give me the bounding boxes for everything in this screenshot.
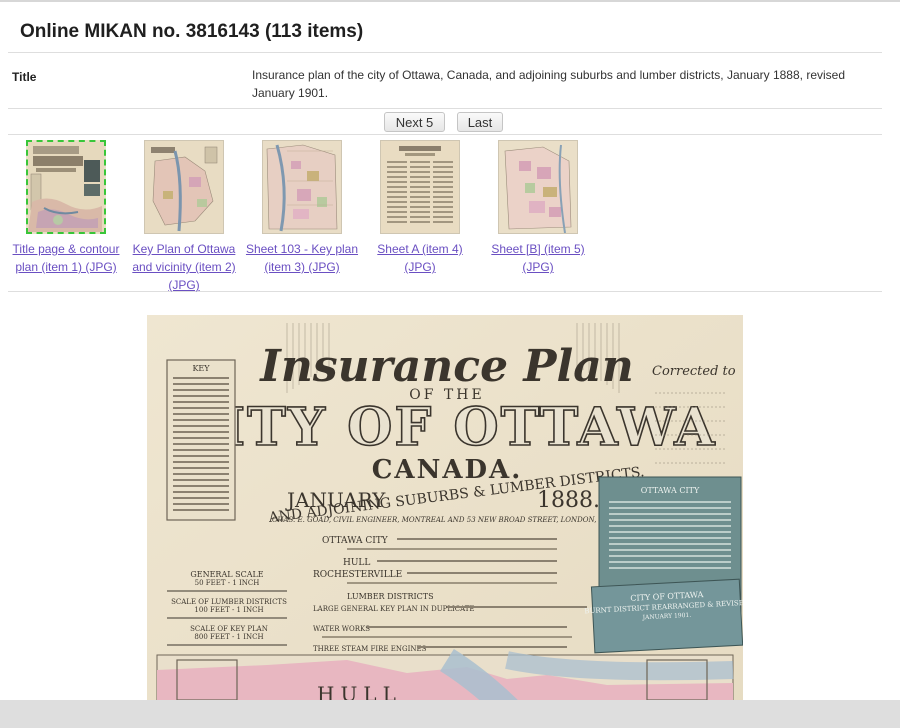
thumbnail-caption[interactable]: Sheet 103 - Key plan (item 3) (JPG) (244, 240, 360, 276)
thumbnail-item-1[interactable]: Title page & contour plan (item 1) (JPG) (8, 140, 124, 276)
map-country: CANADA. (372, 455, 523, 485)
map-line-ottawa: OTTAWA CITY (322, 536, 389, 546)
map-image-viewer[interactable]: Insurance Plan OF THE CITY OF OTTAWA CAN… (147, 315, 743, 728)
map-city-name: CITY OF OTTAWA (177, 397, 716, 458)
map-general-scale-value: 50 FEET - 1 INCH (195, 579, 260, 587)
thumbnail-strip: Title page & contour plan (item 1) (JPG)… (8, 136, 882, 292)
map-lumber-scale-value: 100 FEET - 1 INCH (194, 606, 263, 614)
map-key-label: KEY (192, 364, 210, 373)
map-image: Insurance Plan OF THE CITY OF OTTAWA CAN… (147, 315, 743, 728)
map-line-waterworks: WATER WORKS (313, 625, 370, 633)
thumbnail-image-sheet-b[interactable] (498, 140, 578, 234)
map-corrected-to: Corrected to (652, 364, 736, 379)
thumbnail-image-sheet-103[interactable] (262, 140, 342, 234)
thumbnail-caption[interactable]: Sheet A (item 4) (JPG) (362, 240, 478, 276)
map-date-year: 1888. (537, 488, 600, 513)
thumbnail-item-4[interactable]: Sheet A (item 4) (JPG) (362, 140, 478, 276)
last-button[interactable]: Last (457, 112, 503, 132)
thumbnail-caption[interactable]: Key Plan of Ottawa and vicinity (item 2)… (126, 240, 242, 294)
map-line-lumber: LUMBER DISTRICTS (347, 592, 434, 601)
map-date-month: JANUARY (285, 488, 386, 512)
map-line-hull: HULL (343, 558, 370, 568)
thumbnail-image-title-page[interactable] (26, 140, 106, 234)
record-field-row: Title Insurance plan of the city of Otta… (8, 53, 882, 109)
map-headline: Insurance Plan (258, 341, 633, 392)
thumbnail-caption[interactable]: Title page & contour plan (item 1) (JPG) (8, 240, 124, 276)
next-5-button[interactable]: Next 5 (384, 112, 445, 132)
map-lumber-scale: SCALE OF LUMBER DISTRICTS (171, 598, 287, 606)
pagination-bar: Next 5 Last (8, 109, 882, 135)
map-line-rochesterville: ROCHESTERVILLE (313, 570, 402, 580)
map-line-fire-engines: THREE STEAM FIRE ENGINES (313, 645, 427, 653)
page-title: Online MIKAN no. 3816143 (113 items) (20, 21, 364, 42)
thumbnail-image-sheet-a[interactable] (380, 140, 460, 234)
page-header: Online MIKAN no. 3816143 (113 items) (8, 18, 882, 53)
thumbnail-item-2[interactable]: Key Plan of Ottawa and vicinity (item 2)… (126, 140, 242, 294)
top-rule (0, 0, 900, 2)
thumbnail-image-key-plan[interactable] (144, 140, 224, 234)
map-panel1-title: OTTAWA CITY (641, 486, 700, 495)
map-publisher: CHAS. E. GOAD, CIVIL ENGINEER, MONTREAL … (272, 516, 634, 524)
map-general-scale: GENERAL SCALE (190, 570, 263, 579)
field-label-title: Title (12, 70, 37, 84)
thumbnail-item-5[interactable]: Sheet [B] (item 5) (JPG) (480, 140, 596, 276)
thumbnail-caption[interactable]: Sheet [B] (item 5) (JPG) (480, 240, 596, 276)
bottom-bar (0, 700, 900, 728)
map-keyplan-scale: SCALE OF KEY PLAN (190, 625, 268, 633)
field-value-title: Insurance plan of the city of Ottawa, Ca… (252, 68, 846, 100)
map-keyplan-scale-value: 800 FEET - 1 INCH (194, 633, 263, 641)
thumbnail-item-3[interactable]: Sheet 103 - Key plan (item 3) (JPG) (244, 140, 360, 276)
